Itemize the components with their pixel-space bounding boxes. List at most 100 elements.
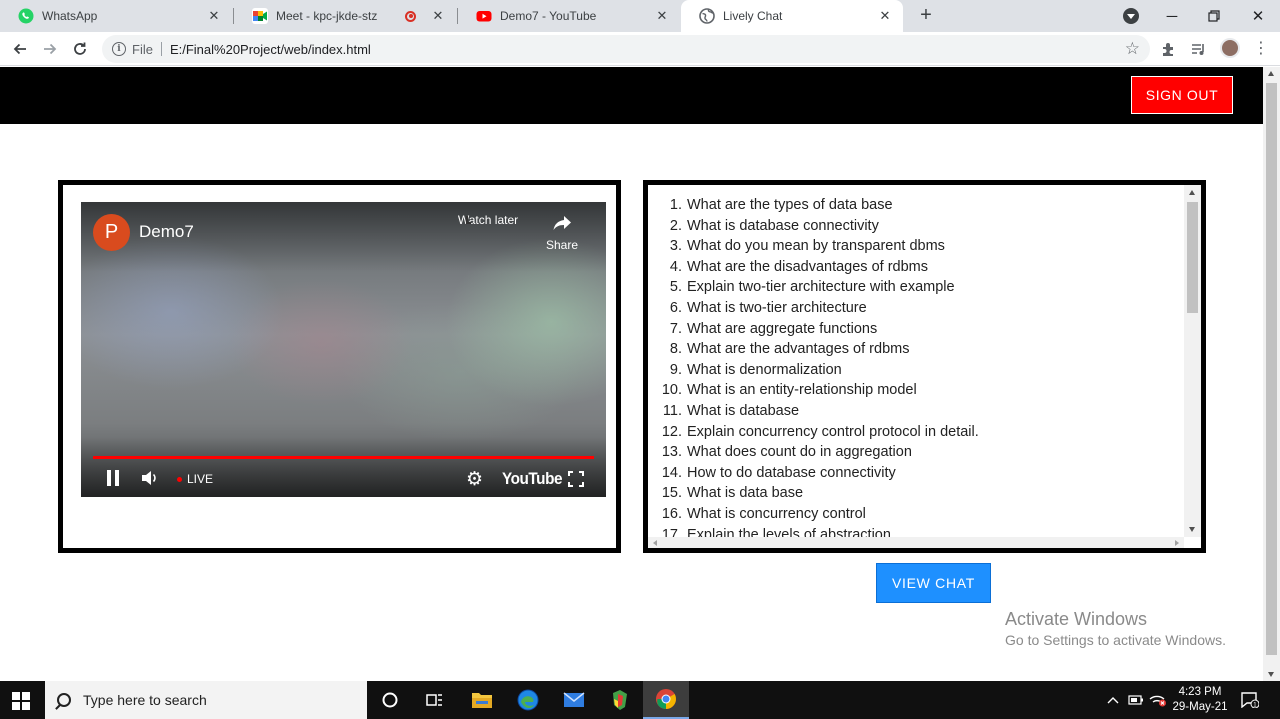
extensions-icon[interactable] — [1158, 38, 1180, 60]
bookmark-star-icon[interactable]: ☆ — [1125, 39, 1140, 59]
browser-toolbar: i File E:/Final%20Project/web/index.html… — [0, 32, 1280, 66]
restore-button[interactable] — [1193, 0, 1235, 32]
pause-button[interactable] — [107, 470, 123, 486]
clock-date: 29-May-21 — [1172, 701, 1228, 713]
tab-close-icon[interactable]: ✕ — [430, 8, 446, 24]
question-number: 1. — [669, 197, 682, 213]
tab-close-icon[interactable]: ✕ — [877, 8, 893, 24]
tab-google-meet[interactable]: Meet - kpc-jkde-stz ✕ — [234, 0, 456, 32]
question-number: 3. — [669, 238, 682, 255]
question-number: 7. — [669, 320, 682, 337]
question-item[interactable]: 15. What is data base — [653, 483, 1189, 504]
scroll-thumb[interactable] — [1187, 202, 1198, 313]
cortana-icon[interactable] — [367, 681, 413, 719]
share-button[interactable]: Share — [527, 213, 597, 252]
question-number: 11. — [662, 402, 682, 419]
question-text: What is an entity-relationship model — [687, 382, 917, 399]
question-item[interactable]: 10. What is an entity-relationship model — [653, 380, 1189, 401]
new-tab-button[interactable]: + — [914, 4, 938, 27]
paint-app-icon[interactable] — [597, 681, 643, 719]
question-item[interactable]: 4. What are the disadvantages of rdbms — [653, 257, 1189, 278]
channel-avatar[interactable]: P — [93, 214, 130, 251]
tab-lively-chat[interactable]: Lively Chat ✕ — [681, 0, 903, 32]
scroll-up-arrow-icon[interactable] — [1189, 190, 1195, 195]
live-badge[interactable]: LIVE — [177, 472, 213, 486]
file-explorer-icon[interactable] — [459, 681, 505, 719]
scroll-thumb[interactable] — [1266, 83, 1277, 655]
notification-center-icon[interactable]: 1 — [1238, 681, 1262, 719]
page-vertical-scrollbar[interactable] — [1263, 67, 1280, 681]
scroll-right-arrow-icon[interactable] — [1175, 540, 1179, 546]
mail-icon[interactable] — [551, 681, 597, 719]
forward-arrow-icon — [44, 43, 57, 55]
questions-scroll-area[interactable]: 1. What are the types of data base 2. What … — [653, 185, 1189, 537]
question-item[interactable]: 5. Explain two-tier architecture with exa… — [653, 277, 1189, 298]
question-text: What is database connectivity — [687, 217, 879, 234]
question-item[interactable]: 8. What are the advantages of rdbms — [653, 339, 1189, 360]
address-bar[interactable]: i File E:/Final%20Project/web/index.html… — [102, 35, 1150, 63]
windows-start-icon[interactable] — [12, 692, 30, 710]
question-text: What does count do in aggregation — [687, 444, 912, 461]
question-item[interactable]: 2. What is database connectivity — [653, 216, 1189, 237]
questions-horizontal-scrollbar[interactable] — [648, 537, 1184, 548]
questions-vertical-scrollbar[interactable] — [1184, 185, 1201, 537]
search-placeholder: Type here to search — [83, 692, 207, 708]
live-dot-icon — [177, 476, 182, 482]
scroll-down-arrow-icon[interactable] — [1268, 672, 1274, 677]
taskbar-search-box[interactable]: Type here to search — [45, 681, 367, 719]
settings-gear-icon[interactable]: ⚙ — [466, 468, 483, 491]
media-control-icon[interactable] — [1188, 38, 1210, 60]
chrome-taskbar-icon[interactable] — [643, 681, 689, 719]
question-item[interactable]: 17. Explain the levels of abstraction — [653, 525, 1189, 538]
live-progress-bar[interactable] — [93, 456, 594, 459]
question-item[interactable]: 13. What does count do in aggregation — [653, 442, 1189, 463]
profile-avatar[interactable] — [1220, 38, 1240, 58]
forward-button[interactable] — [38, 37, 62, 61]
tab-close-icon[interactable]: ✕ — [206, 8, 222, 24]
network-disconnected-icon[interactable] — [1148, 681, 1168, 719]
view-chat-button[interactable]: VIEW CHAT — [876, 563, 991, 603]
question-item[interactable]: 16. What is concurrency control — [653, 504, 1189, 525]
youtube-logo[interactable]: YouTube — [502, 469, 562, 489]
tab-youtube[interactable]: Demo7 - YouTube ✕ — [458, 0, 680, 32]
info-icon[interactable]: i — [112, 42, 126, 56]
globe-icon — [699, 8, 715, 24]
back-button[interactable] — [8, 37, 32, 61]
scroll-up-arrow-icon[interactable] — [1268, 71, 1274, 76]
question-text: What do you mean by transparent dbms — [687, 238, 945, 255]
tab-search-dropdown-icon[interactable] — [1123, 8, 1139, 24]
reload-button[interactable] — [68, 37, 92, 61]
sign-out-button[interactable]: SIGN OUT — [1131, 76, 1233, 114]
volume-button[interactable] — [141, 470, 159, 491]
edge-browser-icon[interactable] — [505, 681, 551, 719]
taskbar-clock[interactable]: 4:23 PM 29-May-21 — [1170, 685, 1230, 715]
page-viewport: SIGN OUT P Demo7 Watch later Share LIVE … — [0, 67, 1263, 681]
tab-close-icon[interactable]: ✕ — [654, 8, 670, 24]
task-view-icon[interactable] — [412, 681, 458, 719]
question-item[interactable]: 6. What is two-tier architecture — [653, 298, 1189, 319]
scroll-left-arrow-icon[interactable] — [653, 540, 657, 546]
activate-windows-watermark: Activate Windows Go to Settings to activ… — [1005, 609, 1226, 648]
youtube-player[interactable]: P Demo7 Watch later Share LIVE ⚙ YouTube — [81, 202, 606, 497]
question-item[interactable]: 3. What do you mean by transparent dbms — [653, 236, 1189, 257]
scroll-down-arrow-icon[interactable] — [1189, 527, 1195, 532]
fullscreen-icon[interactable] — [568, 471, 584, 487]
question-item[interactable]: 9. What is denormalization — [653, 360, 1189, 381]
watch-later-button[interactable]: Watch later — [453, 213, 523, 227]
minimize-button[interactable]: ─ — [1151, 0, 1193, 32]
question-item[interactable]: 7. What are aggregate functions — [653, 319, 1189, 340]
question-text: Explain two-tier architecture with examp… — [687, 279, 955, 296]
question-item[interactable]: 12. Explain concurrency control protocol … — [653, 422, 1189, 443]
question-text: Explain concurrency control protocol in … — [687, 423, 979, 440]
question-text: What are the disadvantages of rdbms — [687, 258, 928, 275]
question-item[interactable]: 1. What are the types of data base — [653, 195, 1189, 216]
menu-kebab-icon[interactable]: ⋮ — [1250, 38, 1272, 60]
question-item[interactable]: 14. How to do database connectivity — [653, 463, 1189, 484]
recording-icon — [405, 10, 416, 22]
tab-whatsapp[interactable]: WhatsApp ✕ — [0, 0, 232, 32]
battery-icon[interactable] — [1126, 681, 1146, 719]
question-item[interactable]: 11. What is database — [653, 401, 1189, 422]
video-title[interactable]: Demo7 — [139, 222, 194, 242]
show-hidden-icons-chevron-icon[interactable] — [1104, 681, 1122, 719]
close-window-button[interactable]: ✕ — [1237, 0, 1279, 32]
